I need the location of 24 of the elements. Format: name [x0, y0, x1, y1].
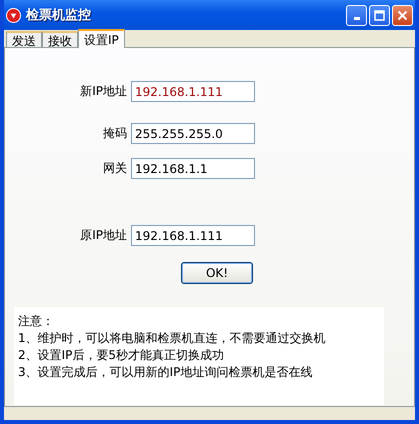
input-field[interactable]: 192.168.1.111 — [131, 225, 255, 246]
minimize-icon — [354, 16, 360, 20]
input-field[interactable]: 192.168.1.1 — [131, 158, 255, 179]
input-field[interactable]: 255.255.255.0 — [131, 123, 255, 144]
note-text: 1、维护时，可以将电脑和检票机直连，不需要通过交换机 — [18, 330, 327, 347]
maximize-button[interactable] — [369, 4, 390, 26]
close-button[interactable] — [392, 4, 413, 26]
note-text: 注意： — [18, 313, 55, 330]
tab[interactable]: 接收 — [42, 31, 78, 47]
tab[interactable]: 发送 — [6, 31, 42, 47]
minimize-button[interactable] — [346, 4, 367, 26]
ok-button[interactable]: OK! — [181, 262, 253, 284]
field-label: 新IP地址 — [80, 83, 127, 100]
tab[interactable]: 设置IP — [78, 29, 125, 48]
field-label: 网关 — [103, 160, 127, 177]
window-title: 检票机监控 — [26, 7, 92, 24]
field-label: 掩码 — [103, 125, 127, 142]
field-label: 原IP地址 — [80, 227, 127, 244]
note-text: 2、设置IP后，要5秒才能真正切换成功 — [18, 347, 226, 364]
close-icon — [397, 10, 408, 20]
app-icon — [6, 8, 21, 22]
note-text: 3、设置完成后，可以用新的IP地址询问检票机是否在线 — [18, 364, 314, 381]
maximize-icon — [374, 10, 385, 20]
input-field[interactable]: 192.168.1.111 — [131, 81, 255, 102]
